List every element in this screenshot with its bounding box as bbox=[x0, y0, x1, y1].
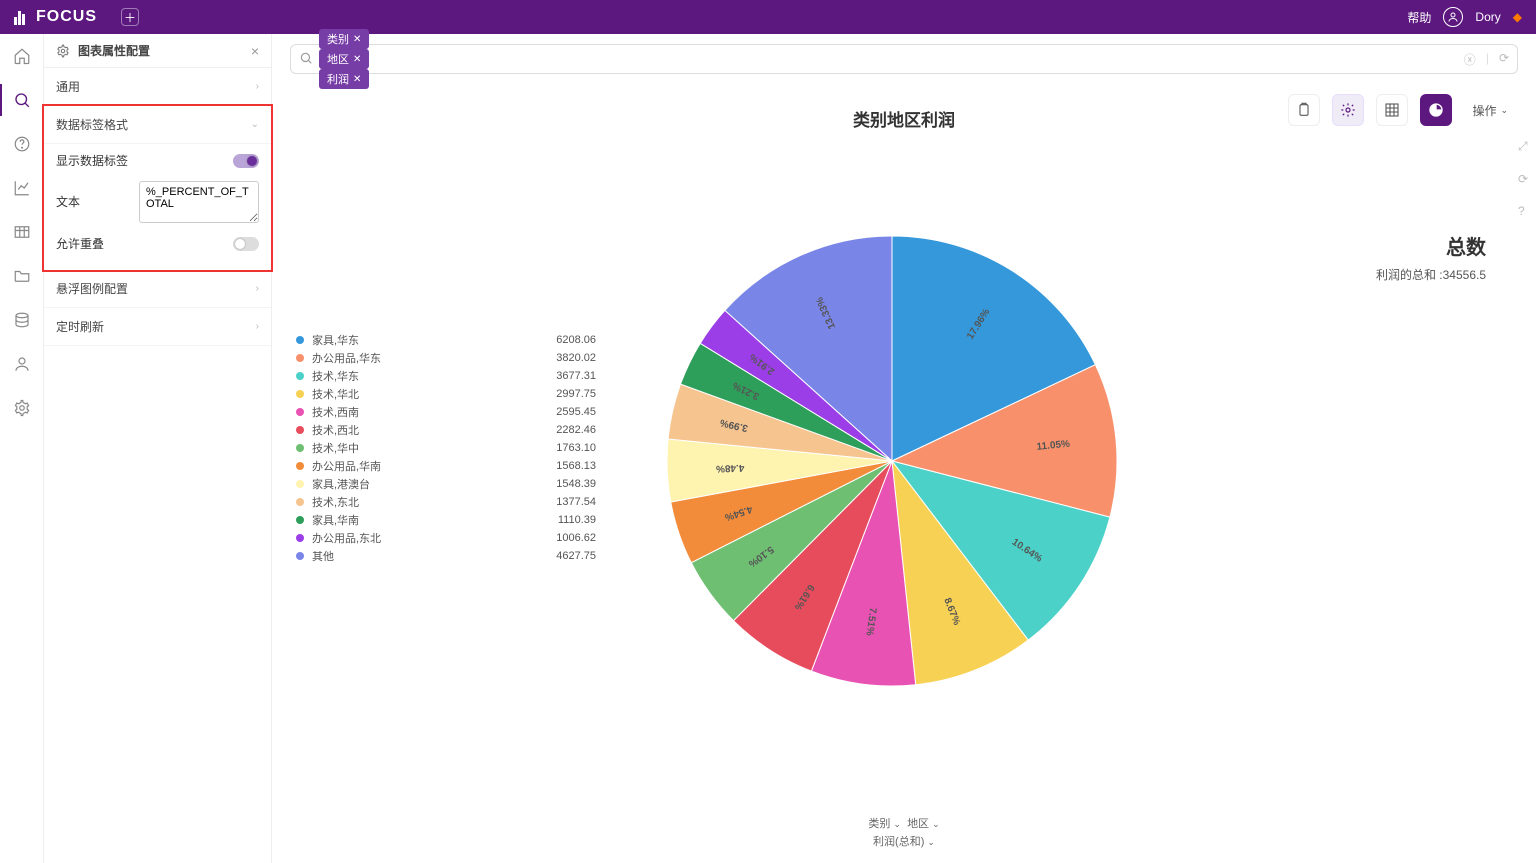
reload-icon[interactable]: ⟳ bbox=[1518, 172, 1528, 186]
close-icon[interactable]: × bbox=[251, 43, 259, 59]
search-box[interactable]: 类别✕ 地区✕ 利润✕ ⓧ | ⟳ bbox=[290, 44, 1518, 74]
gear-icon bbox=[56, 44, 70, 58]
chart-area: ⤢ ⟳ ? 总数 利润的总和 :34556.5 家具,华东6208.06办公用品… bbox=[272, 131, 1536, 863]
summary-line: 利润的总和 :34556.5 bbox=[1376, 266, 1486, 283]
chevron-right-icon: › bbox=[256, 81, 259, 92]
legend-item[interactable]: 技术,华东3677.31 bbox=[296, 367, 596, 385]
topbar: FOCUS ＋ 帮助 Dory ◆ bbox=[0, 0, 1536, 34]
chevron-right-icon: › bbox=[256, 283, 259, 294]
allow-overlap-text: 允许重叠 bbox=[56, 235, 104, 252]
legend: 家具,华东6208.06办公用品,华东3820.02技术,华东3677.31技术… bbox=[296, 331, 596, 565]
legend-item[interactable]: 技术,西北2282.46 bbox=[296, 421, 596, 439]
diamond-icon: ◆ bbox=[1513, 10, 1522, 24]
panel-title: 图表属性配置 bbox=[78, 42, 150, 59]
logo-icon bbox=[14, 9, 30, 25]
section-tooltip-legend[interactable]: 悬浮图例配置› bbox=[44, 270, 271, 308]
search-icon bbox=[299, 51, 313, 68]
section-label-format[interactable]: 数据标签格式⌄ bbox=[44, 106, 271, 144]
expand-icon[interactable]: ⤢ bbox=[1518, 139, 1528, 154]
legend-item[interactable]: 家具,华东6208.06 bbox=[296, 331, 596, 349]
label-text-input[interactable] bbox=[139, 181, 259, 223]
svg-text:4.48%: 4.48% bbox=[716, 462, 745, 474]
refresh-icon[interactable]: ⟳ bbox=[1499, 51, 1509, 68]
settings-icon[interactable] bbox=[12, 398, 32, 418]
home-icon[interactable] bbox=[12, 46, 32, 66]
show-label-text: 显示数据标签 bbox=[56, 152, 128, 169]
legend-item[interactable]: 办公用品,华南1568.13 bbox=[296, 457, 596, 475]
summary: 总数 利润的总和 :34556.5 bbox=[1376, 231, 1486, 283]
chart-title: 类别地区利润 bbox=[272, 106, 1536, 131]
legend-item[interactable]: 技术,华中1763.10 bbox=[296, 439, 596, 457]
legend-item[interactable]: 技术,东北1377.54 bbox=[296, 493, 596, 511]
pie-chart: 13.33%17.96%11.05%10.64%8.67%7.51%6.61%5… bbox=[632, 201, 1152, 724]
left-rail bbox=[0, 34, 44, 863]
legend-item[interactable]: 办公用品,东北1006.62 bbox=[296, 529, 596, 547]
allow-overlap-toggle[interactable] bbox=[233, 237, 259, 251]
add-button[interactable]: ＋ bbox=[121, 8, 139, 26]
filter-chip[interactable]: 类别✕ bbox=[319, 29, 369, 49]
database-icon[interactable] bbox=[12, 310, 32, 330]
legend-item[interactable]: 其他4627.75 bbox=[296, 547, 596, 565]
filter-chip[interactable]: 地区✕ bbox=[319, 49, 369, 69]
info-icon[interactable]: ? bbox=[1518, 204, 1528, 218]
clear-icon[interactable]: ⓧ bbox=[1464, 51, 1476, 68]
user-avatar-icon[interactable] bbox=[1443, 7, 1463, 27]
table-icon[interactable] bbox=[12, 222, 32, 242]
highlighted-section: 数据标签格式⌄ 显示数据标签 文本 允许重叠 bbox=[42, 104, 273, 272]
chevron-right-icon: › bbox=[256, 321, 259, 332]
chart-icon[interactable] bbox=[12, 178, 32, 198]
chevron-down-icon: ⌄ bbox=[251, 119, 259, 130]
summary-title: 总数 bbox=[1376, 231, 1486, 260]
show-label-toggle[interactable] bbox=[233, 154, 259, 168]
section-auto-refresh[interactable]: 定时刷新› bbox=[44, 308, 271, 346]
logo: FOCUS bbox=[14, 8, 97, 26]
legend-item[interactable]: 家具,港澳台1548.39 bbox=[296, 475, 596, 493]
text-label: 文本 bbox=[56, 181, 80, 210]
legend-item[interactable]: 技术,西南2595.45 bbox=[296, 403, 596, 421]
help-icon[interactable] bbox=[12, 134, 32, 154]
content: 类别✕ 地区✕ 利润✕ ⓧ | ⟳ 操作⌄ 类别地区利润 ⤢ ⟳ ? bbox=[272, 34, 1536, 863]
folder-icon[interactable] bbox=[12, 266, 32, 286]
config-panel: 图表属性配置 × 通用› 数据标签格式⌄ 显示数据标签 文本 允许重叠 bbox=[44, 34, 272, 863]
section-general[interactable]: 通用› bbox=[44, 68, 271, 106]
search-icon[interactable] bbox=[12, 90, 32, 110]
legend-item[interactable]: 家具,华南1110.39 bbox=[296, 511, 596, 529]
app-name: FOCUS bbox=[36, 8, 97, 26]
legend-item[interactable]: 技术,华北2997.75 bbox=[296, 385, 596, 403]
footer-axis: 类别 ⌄ 地区 ⌄ 利润(总和) ⌄ bbox=[272, 815, 1536, 851]
help-link[interactable]: 帮助 bbox=[1407, 9, 1431, 26]
legend-item[interactable]: 办公用品,华东3820.02 bbox=[296, 349, 596, 367]
user-icon[interactable] bbox=[12, 354, 32, 374]
user-name[interactable]: Dory bbox=[1475, 10, 1500, 24]
